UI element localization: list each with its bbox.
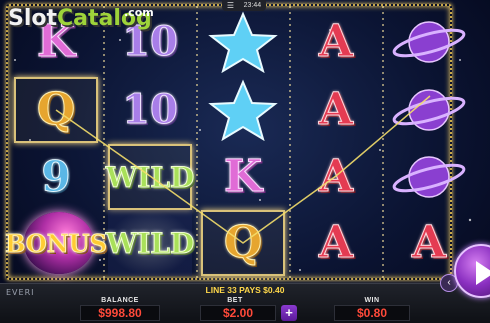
win-label: WIN bbox=[364, 297, 380, 304]
bet-value: $2.00 bbox=[200, 305, 276, 321]
chevron-left-icon: ‹ bbox=[447, 277, 451, 288]
brand-logo: EVERI bbox=[6, 288, 35, 297]
watermark-suffix: .com bbox=[124, 6, 154, 19]
menu-icon: ☰ bbox=[226, 1, 234, 10]
balance-label: BALANCE bbox=[101, 297, 139, 304]
clock-time: 23:44 bbox=[243, 2, 262, 9]
line-win-message: LINE 33 PAYS $0.40 bbox=[205, 285, 285, 295]
watermark-part1: Slot bbox=[8, 6, 58, 31]
balance-value: $998.80 bbox=[80, 305, 160, 321]
slot-game-stage: K Q 9 BONUS 10 10 WILD WILD K Q A A A A … bbox=[0, 0, 490, 323]
symbol-bonus: BONUS bbox=[5, 228, 108, 258]
menu-button[interactable]: ☰ 23:44 bbox=[222, 0, 266, 11]
bet-label: BET bbox=[227, 297, 243, 304]
bet-increase-button[interactable]: + bbox=[281, 305, 297, 321]
play-icon bbox=[476, 261, 490, 285]
win-value: $0.80 bbox=[334, 305, 410, 321]
